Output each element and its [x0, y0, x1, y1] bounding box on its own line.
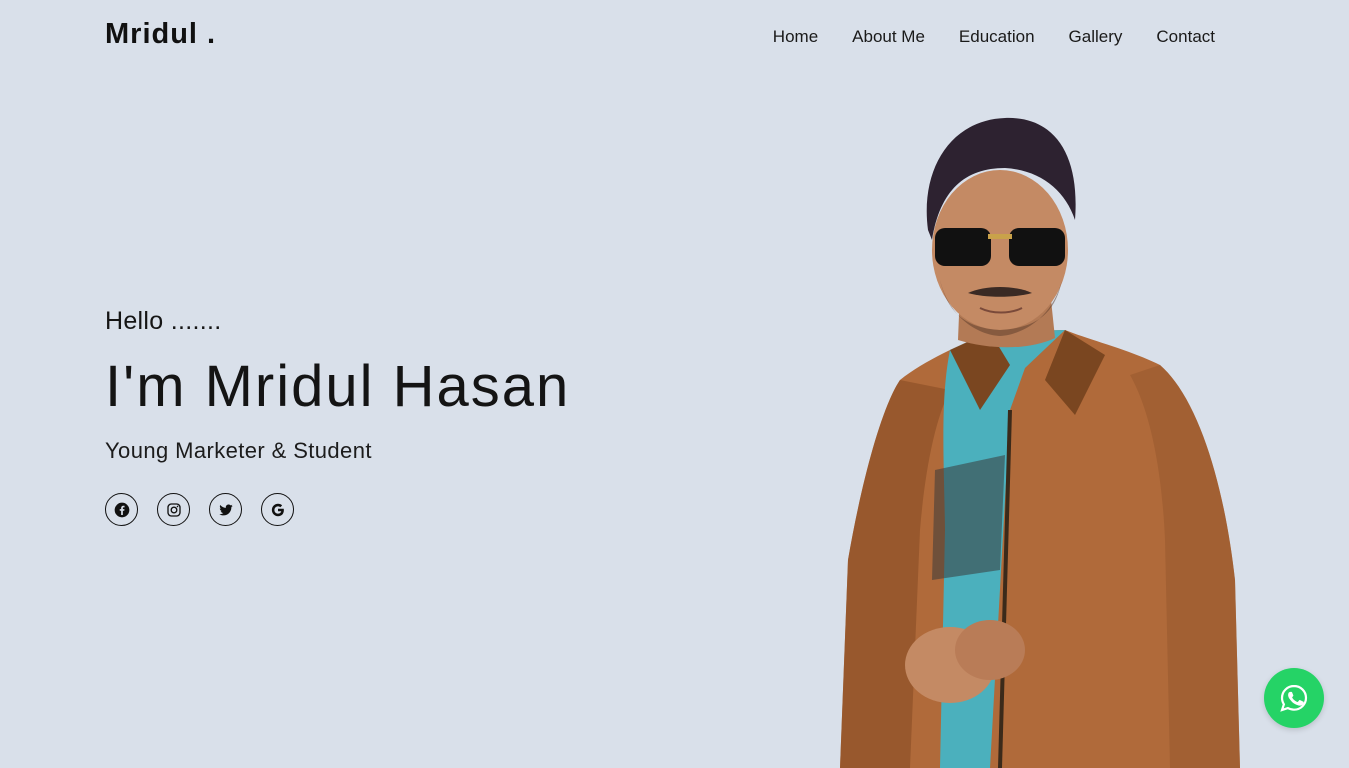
- google-icon: [271, 503, 284, 516]
- hero-section: Hello ....... I'm Mridul Hasan Young Mar…: [105, 307, 570, 526]
- main-nav: Home About Me Education Gallery Contact: [773, 27, 1215, 47]
- hero-greeting: Hello .......: [105, 307, 222, 335]
- nav-about-me[interactable]: About Me: [852, 27, 925, 47]
- google-link[interactable]: [261, 493, 294, 526]
- hero-subtitle: Young Marketer & Student: [105, 438, 372, 463]
- instagram-icon: [166, 502, 181, 517]
- whatsapp-icon: [1280, 684, 1308, 712]
- nav-home[interactable]: Home: [773, 27, 818, 47]
- facebook-icon: [114, 502, 129, 517]
- hero-name: I'm Mridul Hasan: [105, 354, 571, 419]
- twitter-icon: [218, 504, 233, 515]
- nav-gallery[interactable]: Gallery: [1069, 27, 1123, 47]
- site-header: Mridul . Home About Me Education Gallery…: [0, 0, 1349, 76]
- facebook-link[interactable]: [105, 493, 138, 526]
- profile-photo: [840, 117, 1240, 768]
- nav-education[interactable]: Education: [959, 27, 1035, 47]
- social-links: [105, 493, 570, 526]
- nav-contact[interactable]: Contact: [1156, 27, 1215, 47]
- site-logo[interactable]: Mridul .: [105, 18, 216, 51]
- whatsapp-chat-button[interactable]: [1264, 668, 1324, 728]
- twitter-link[interactable]: [209, 493, 242, 526]
- instagram-link[interactable]: [157, 493, 190, 526]
